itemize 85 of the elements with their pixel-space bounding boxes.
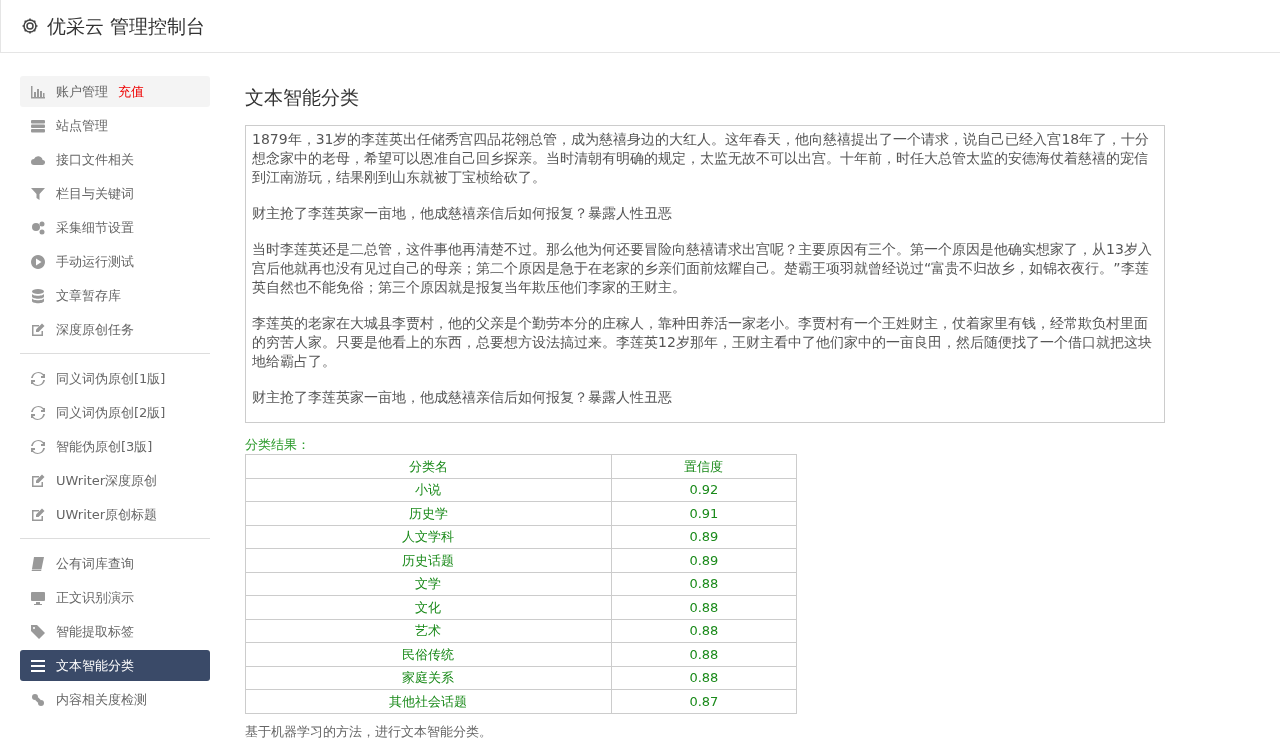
- sidebar-item-label: 栏目与关键词: [56, 184, 134, 203]
- text-input-area[interactable]: [245, 124, 1165, 423]
- list-icon: [30, 657, 46, 674]
- table-cell: 民俗传统: [245, 642, 612, 666]
- sidebar-item[interactable]: 采集细节设置: [20, 212, 210, 243]
- column-header: 置信度: [611, 454, 797, 478]
- sidebar-item-label: 智能提取标签: [56, 622, 134, 641]
- sidebar-item[interactable]: 智能伪原创[3版]: [20, 431, 210, 462]
- tag-icon: [30, 623, 46, 640]
- sidebar-item-label: UWriter深度原创: [56, 471, 158, 490]
- table-cell: 历史话题: [245, 548, 612, 572]
- refresh-icon: [30, 438, 46, 455]
- sidebar-item-label: 账户管理: [56, 82, 108, 101]
- database-icon: [30, 287, 46, 304]
- sidebar-item-label: 同义词伪原创[1版]: [56, 369, 166, 388]
- monitor-icon: [30, 589, 46, 606]
- sidebar-item[interactable]: UWriter原创标题: [20, 499, 210, 530]
- table-cell: 0.92: [611, 478, 797, 502]
- column-header: 分类名: [245, 454, 612, 478]
- sidebar-item-label: UWriter原创标题: [56, 505, 158, 524]
- sidebar-item[interactable]: 内容相关度检测: [20, 684, 210, 715]
- sidebar-item-label: 智能伪原创[3版]: [56, 437, 153, 456]
- refresh-icon: [30, 404, 46, 421]
- sidebar-item[interactable]: 手动运行测试: [20, 246, 210, 277]
- table-cell: 文学: [245, 572, 612, 596]
- sidebar-item[interactable]: 文章暂存库: [20, 280, 210, 311]
- settings-icon: [21, 17, 39, 35]
- sidebar-item[interactable]: 深度原创任务: [20, 314, 210, 345]
- sidebar-item-label: 深度原创任务: [56, 320, 134, 339]
- filter-icon: [30, 185, 46, 202]
- refresh-icon: [30, 370, 46, 387]
- text-paragraph: 财主抢了李莲英家一亩地，他成慈禧亲信后如何报复？暴露人性丑恶: [252, 387, 673, 407]
- table-cell: 其他社会话题: [245, 689, 612, 713]
- table-cell: 0.91: [611, 501, 797, 525]
- table-cell: 0.88: [611, 619, 797, 643]
- result-label: 分类结果：: [245, 435, 311, 454]
- sidebar-item[interactable]: 同义词伪原创[2版]: [20, 397, 210, 428]
- sidebar-item[interactable]: 正文识别演示: [20, 582, 210, 613]
- sidebar-item-label: 公有词库查询: [56, 554, 134, 573]
- table-cell: 0.87: [611, 689, 797, 713]
- table-cell: 0.88: [611, 642, 797, 666]
- sidebar-item-label: 手动运行测试: [56, 252, 134, 271]
- text-paragraph: 1879年，31岁的李莲英出任储秀宫四品花翎总管，成为慈禧身边的大红人。这年春天，他向慈禧提出了一个请求，说自己已经入宫18年了，十分想念家中的老母，希望可以恩准自己回乡探亲。当时清朝有明确的规定，太监无故不可以出宫。十年前，时任大总管太监的安德海仗着慈禧的宠信到江南游玩，结果刚到山东就被丁宝桢给砍了。: [252, 129, 1151, 187]
- text-paragraph: 财主抢了李莲英家一亩地，他成慈禧亲信后如何报复？暴露人性丑恶: [252, 203, 673, 223]
- bar-chart-icon: [30, 83, 46, 100]
- server-icon: [30, 117, 46, 134]
- sidebar-item-label: 文章暂存库: [56, 286, 121, 305]
- table-cell: 艺术: [245, 619, 612, 643]
- edit-icon: [30, 321, 46, 338]
- sidebar-item[interactable]: 公有词库查询: [20, 548, 210, 579]
- play-icon: [30, 253, 46, 270]
- footnote: 基于机器学习的方法，进行文本智能分类。: [245, 722, 493, 741]
- table-cell: 家庭关系: [245, 666, 612, 690]
- sidebar-item-label: 接口文件相关: [56, 150, 134, 169]
- sidebar-item[interactable]: 智能提取标签: [20, 616, 210, 647]
- sidebar-item[interactable]: 栏目与关键词: [20, 178, 210, 209]
- recharge-link[interactable]: 充值: [118, 81, 144, 102]
- table-cell: 0.88: [611, 572, 797, 596]
- table-cell: 文化: [245, 595, 612, 619]
- table-cell: 小说: [245, 478, 612, 502]
- sidebar-item[interactable]: 文本智能分类: [20, 650, 210, 681]
- sidebar-item[interactable]: 站点管理: [20, 110, 210, 141]
- section-title: 文本智能分类: [245, 85, 360, 110]
- table-cell: 人文学科: [245, 525, 612, 549]
- sidebar-item-label: 文本智能分类: [56, 656, 134, 675]
- sidebar-item[interactable]: UWriter深度原创: [20, 465, 210, 496]
- table-cell: 0.89: [611, 548, 797, 572]
- edit-icon: [30, 506, 46, 523]
- table-cell: 0.88: [611, 595, 797, 619]
- sidebar-item[interactable]: 同义词伪原创[1版]: [20, 363, 210, 394]
- table-cell: 0.89: [611, 525, 797, 549]
- sidebar-item-label: 站点管理: [56, 116, 108, 135]
- edit-icon: [30, 472, 46, 489]
- page-title: 优采云 管理控制台: [47, 13, 206, 39]
- text-paragraph: 李莲英的老家在大城县李贾村，他的父亲是个勤劳本分的庄稼人，靠种田养活一家老小。李贾村有一个王姓财主，仗着家里有钱，经常欺负村里面的穷苦人家。只要是他看上的东西，总要想方设法搞过来。李莲英12岁那年，王财主看中了他们家中的一亩良田，然后随便找了一个借口就把这块地给霸占了。: [252, 313, 1153, 371]
- table-cell: 0.88: [611, 666, 797, 690]
- sidebar-item[interactable]: 接口文件相关: [20, 144, 210, 175]
- table-cell: 历史学: [245, 501, 612, 525]
- sidebar-item-label: 采集细节设置: [56, 218, 134, 237]
- text-paragraph: 当时李莲英还是二总管，这件事他再清楚不过。那么他为何还要冒险向慈禧请求出宫呢？主要原因有三个。第一个原因是他确实想家了，从13岁入宫后他就再也没有见过自己的母亲；第二个原因是急于在老家的乡亲们面前炫耀自己。楚霸王项羽就曾经说过“富贵不归故乡，如锦衣夜行。”李莲英自然也不能免俗；第三个原因就是报复当年欺压他们李家的王财主。: [252, 239, 1153, 297]
- sidebar-item-label: 正文识别演示: [56, 588, 134, 607]
- book-icon: [30, 555, 46, 572]
- sidebar-item-label: 内容相关度检测: [56, 690, 147, 709]
- sidebar-item[interactable]: 账户管理 充值: [20, 76, 210, 107]
- sidebar-item-label: 同义词伪原创[2版]: [56, 403, 166, 422]
